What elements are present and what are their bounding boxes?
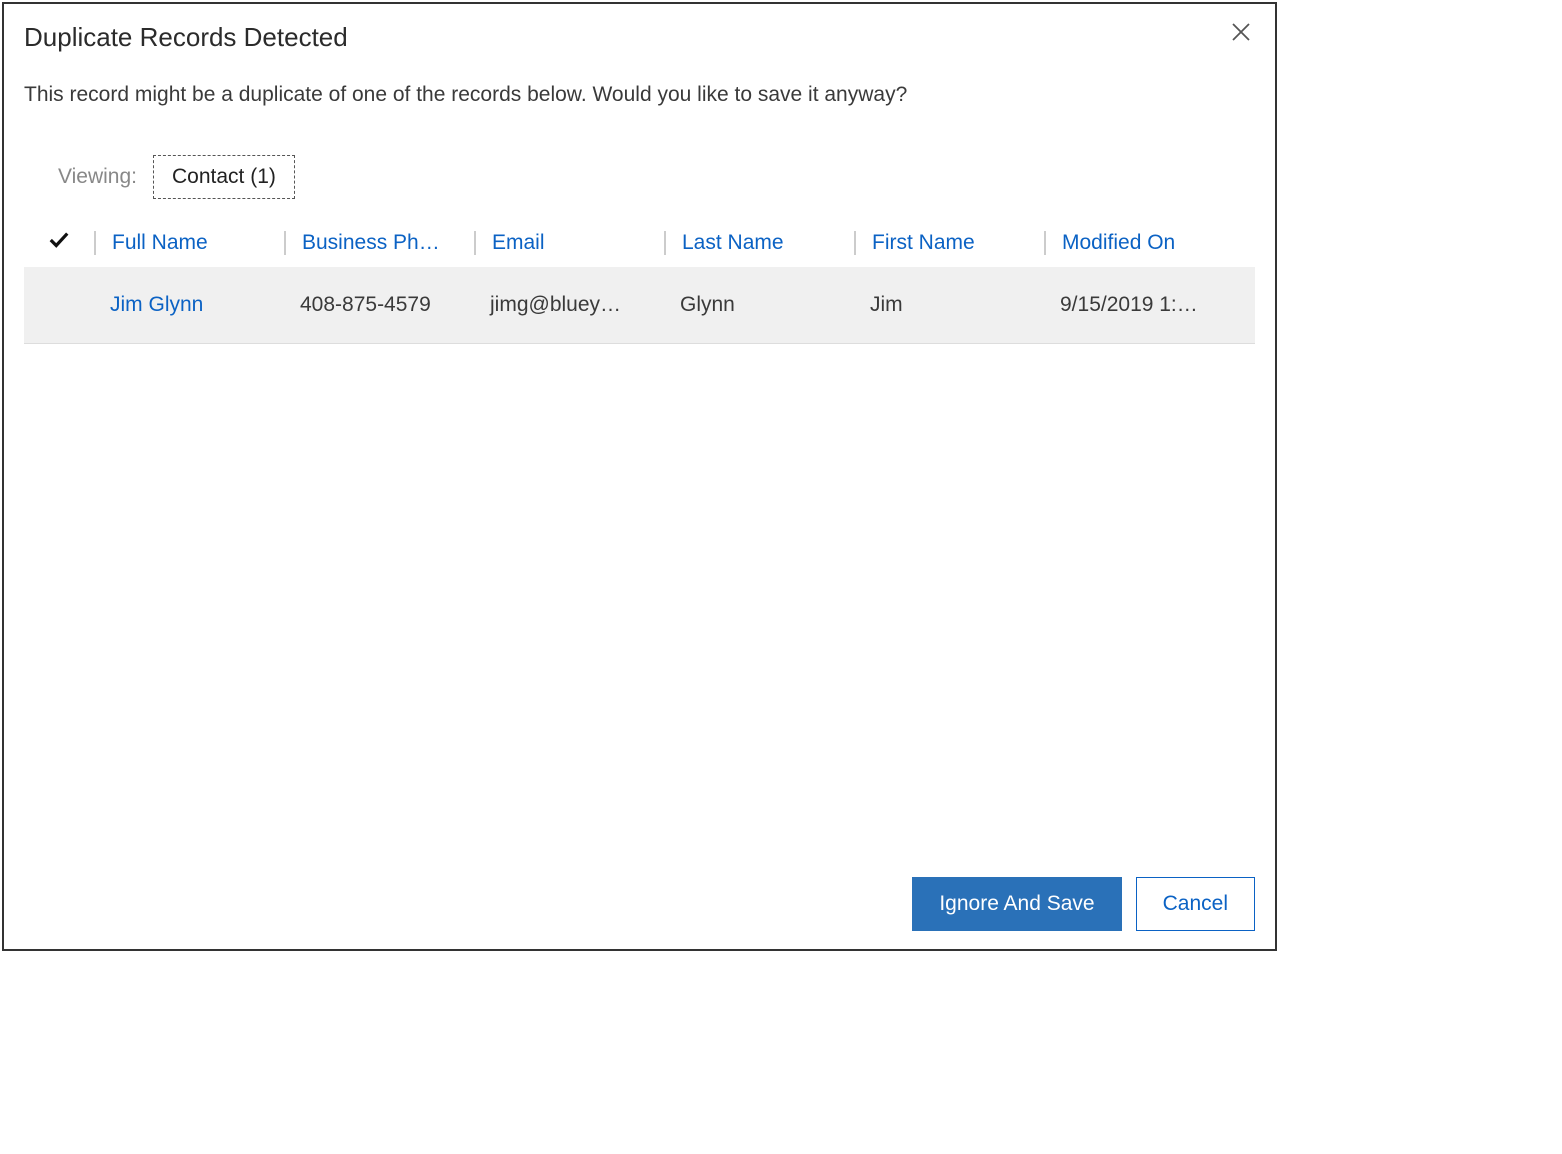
column-header-fullname[interactable]: Full Name: [94, 231, 284, 255]
table-row[interactable]: Jim Glynn 408-875-4579 jimg@bluey… Glynn…: [24, 267, 1255, 343]
column-header-phone[interactable]: Business Ph…: [284, 231, 474, 255]
ignore-and-save-button[interactable]: Ignore And Save: [912, 877, 1121, 931]
cell-modified: 9/15/2019 1:…: [1044, 293, 1234, 317]
viewing-tab-contact[interactable]: Contact (1): [153, 155, 295, 199]
cell-lastname: Glynn: [664, 293, 854, 317]
cancel-button[interactable]: Cancel: [1136, 877, 1255, 931]
viewing-label: Viewing:: [58, 165, 137, 189]
column-header-lastname[interactable]: Last Name: [664, 231, 854, 255]
cell-phone: 408-875-4579: [284, 293, 474, 317]
cell-firstname: Jim: [854, 293, 1044, 317]
dialog-message: This record might be a duplicate of one …: [24, 83, 1255, 107]
viewing-row: Viewing: Contact (1): [58, 155, 1255, 199]
dialog-footer: Ignore And Save Cancel: [912, 877, 1255, 931]
grid-header-row: Full Name Business Ph… Email Last Name F…: [24, 221, 1255, 267]
checkmark-icon: [48, 229, 70, 251]
column-header-email[interactable]: Email: [474, 231, 664, 255]
duplicate-records-dialog: Duplicate Records Detected This record m…: [2, 2, 1277, 951]
cell-fullname[interactable]: Jim Glynn: [94, 293, 284, 317]
close-icon[interactable]: [1227, 18, 1255, 46]
duplicates-grid: Full Name Business Ph… Email Last Name F…: [24, 221, 1255, 344]
dialog-header: Duplicate Records Detected: [24, 22, 1255, 53]
column-header-modified[interactable]: Modified On: [1044, 231, 1234, 255]
cell-email: jimg@bluey…: [474, 293, 664, 317]
column-header-select[interactable]: [24, 229, 94, 257]
column-header-firstname[interactable]: First Name: [854, 231, 1044, 255]
dialog-title: Duplicate Records Detected: [24, 22, 348, 53]
